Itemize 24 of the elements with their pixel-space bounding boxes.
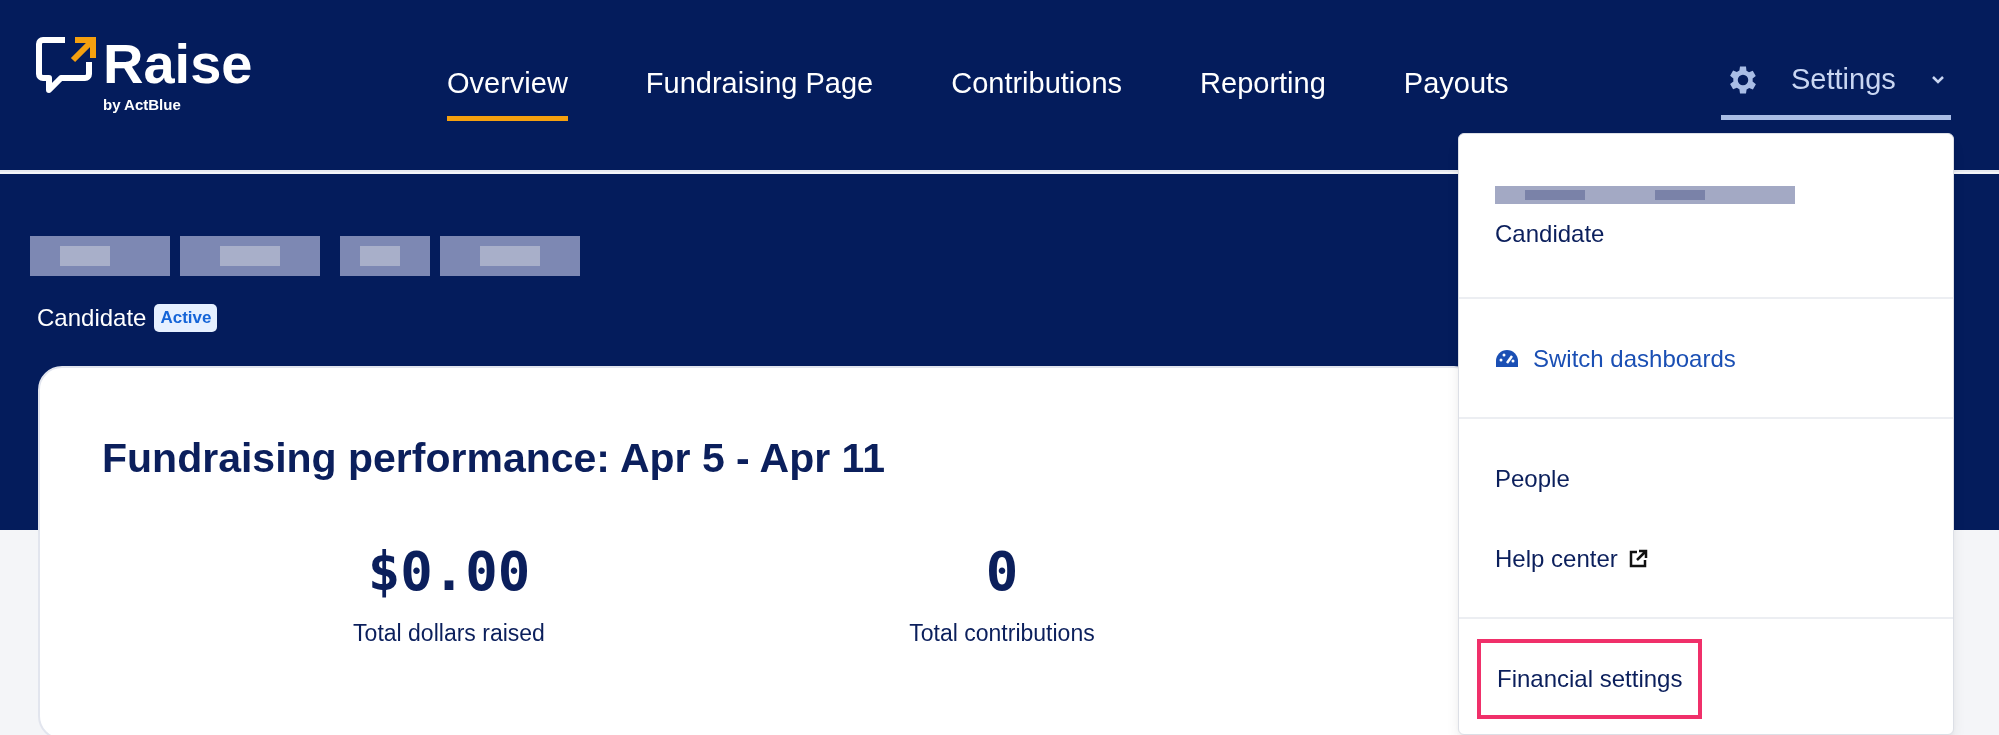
account-role: Candidate <box>37 303 147 333</box>
chevron-down-icon <box>1931 74 1945 85</box>
status-badge: Active <box>154 304 218 332</box>
nav-tab[interactable]: Reporting <box>1200 62 1326 121</box>
chat-arrow-logo-icon <box>35 36 97 94</box>
menu-item[interactable]: People <box>1495 461 1570 497</box>
menu-item[interactable]: Switch dashboards <box>1495 341 1736 377</box>
nav-tab[interactable]: Fundraising Page <box>645 62 874 121</box>
stat-label: Total contributions <box>909 618 1095 648</box>
nav-tab[interactable]: Contributions <box>951 62 1123 121</box>
account-role: Candidate <box>1495 219 1606 249</box>
card-title: Fundraising performance: Apr 5 - Apr 11 <box>102 434 886 483</box>
menu-item[interactable]: Help center <box>1495 541 1648 577</box>
brand-byline: by ActBlue <box>103 95 182 115</box>
nav-tab[interactable]: Overview <box>447 62 568 121</box>
gauge-icon <box>1495 349 1519 369</box>
menu-item[interactable]: Financial settings <box>1477 639 1703 719</box>
stat-label: Total dollars raised <box>353 618 545 648</box>
nav-tab[interactable]: Payouts <box>1403 62 1509 121</box>
brand-name: Raise <box>103 36 253 92</box>
stat-value: 0 <box>985 541 1019 602</box>
settings-menu-button[interactable]: Settings <box>1721 60 1951 120</box>
stat-value: $0.00 <box>367 541 531 602</box>
external-link-icon <box>1627 549 1648 569</box>
